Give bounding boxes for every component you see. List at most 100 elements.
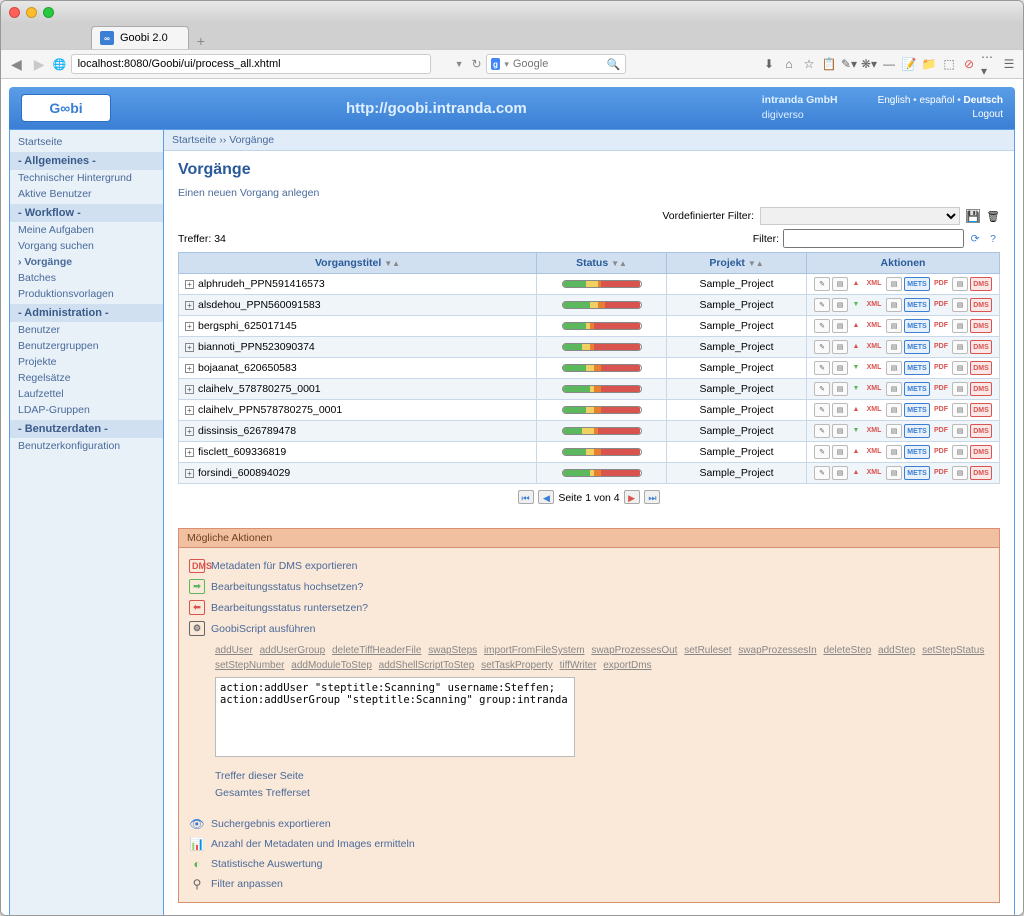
- expand-icon[interactable]: +: [185, 322, 194, 331]
- xml-export-icon[interactable]: XML: [864, 424, 884, 438]
- logo[interactable]: G∞bi: [21, 94, 111, 122]
- header-url[interactable]: http://goobi.intranda.com: [111, 100, 762, 117]
- pager-prev[interactable]: ◀: [538, 490, 554, 504]
- sidebar-item[interactable]: Benutzerkonfiguration: [10, 438, 163, 454]
- edit-icon[interactable]: ✎: [814, 466, 830, 480]
- process-title[interactable]: forsindi_600894029: [198, 467, 290, 479]
- pdf-export-icon[interactable]: PDF: [932, 424, 950, 438]
- action-row[interactable]: ⬅Bearbeitungsstatus runtersetzen?: [187, 597, 991, 618]
- xml-export-icon[interactable]: XML: [864, 277, 884, 291]
- new-process-link[interactable]: Einen neuen Vorgang anlegen: [178, 187, 319, 199]
- mets-export-icon[interactable]: METS: [904, 298, 930, 312]
- expand-icon[interactable]: +: [185, 406, 194, 415]
- mets-export-icon[interactable]: METS: [904, 382, 930, 396]
- script-link[interactable]: addUser: [215, 645, 253, 656]
- new-tab-button[interactable]: +: [189, 33, 213, 49]
- sidebar-item[interactable]: Benutzergruppen: [10, 338, 163, 354]
- down-arrow-icon[interactable]: ▼: [850, 382, 862, 396]
- docket-icon[interactable]: ▤: [886, 319, 902, 333]
- process-title[interactable]: dissinsis_626789478: [198, 425, 296, 437]
- col-project[interactable]: Projekt ▼▲: [667, 253, 807, 274]
- col-status[interactable]: Status ▼▲: [537, 253, 667, 274]
- sidebar-item[interactable]: Meine Aufgaben: [10, 222, 163, 238]
- script-link[interactable]: setStepNumber: [215, 660, 284, 671]
- mets-export-icon[interactable]: METS: [904, 445, 930, 459]
- script-link[interactable]: swapProzessesOut: [591, 645, 677, 656]
- script-link[interactable]: importFromFileSystem: [484, 645, 585, 656]
- close-window-icon[interactable]: [9, 7, 20, 18]
- dropdown-icon[interactable]: ▼: [451, 59, 468, 69]
- page-icon[interactable]: ▤: [952, 298, 968, 312]
- dms-export-icon[interactable]: DMS: [970, 319, 992, 333]
- home-icon[interactable]: ⌂: [781, 56, 797, 72]
- sidebar-home[interactable]: Startseite: [10, 134, 163, 150]
- xml-export-icon[interactable]: XML: [864, 340, 884, 354]
- edit-icon[interactable]: ✎: [814, 277, 830, 291]
- page-icon[interactable]: ▤: [952, 382, 968, 396]
- page-icon[interactable]: ▤: [952, 319, 968, 333]
- metadata-icon[interactable]: ▤: [832, 466, 848, 480]
- up-arrow-icon[interactable]: ▲: [850, 340, 862, 354]
- sidebar-item[interactable]: Technischer Hintergrund: [10, 170, 163, 186]
- dms-export-icon[interactable]: DMS: [970, 298, 992, 312]
- mets-export-icon[interactable]: METS: [904, 466, 930, 480]
- dms-export-icon[interactable]: DMS: [970, 361, 992, 375]
- edit-icon[interactable]: ✎: [814, 424, 830, 438]
- action-row[interactable]: ➡Bearbeitungsstatus hochsetzen?: [187, 576, 991, 597]
- pdf-export-icon[interactable]: PDF: [932, 445, 950, 459]
- search-box[interactable]: g ▾ 🔍: [486, 54, 626, 74]
- dms-export-icon[interactable]: DMS: [970, 277, 992, 291]
- more-icon[interactable]: ⋯▾: [981, 56, 997, 72]
- up-arrow-icon[interactable]: ▲: [850, 445, 862, 459]
- note-icon[interactable]: 📝: [901, 56, 917, 72]
- up-arrow-icon[interactable]: ▲: [850, 466, 862, 480]
- page-icon[interactable]: ▤: [952, 277, 968, 291]
- script-link[interactable]: addModuleToStep: [291, 660, 372, 671]
- page-icon[interactable]: ▤: [952, 340, 968, 354]
- script-link[interactable]: setTaskProperty: [481, 660, 553, 671]
- metadata-icon[interactable]: ▤: [832, 340, 848, 354]
- docket-icon[interactable]: ▤: [886, 424, 902, 438]
- edit-icon[interactable]: ✎: [814, 445, 830, 459]
- menu-icon[interactable]: ☰: [1001, 56, 1017, 72]
- metadata-icon[interactable]: ▤: [832, 319, 848, 333]
- xml-export-icon[interactable]: XML: [864, 445, 884, 459]
- page-icon[interactable]: ▤: [952, 466, 968, 480]
- up-arrow-icon[interactable]: ▲: [850, 319, 862, 333]
- docket-icon[interactable]: ▤: [886, 340, 902, 354]
- pdf-export-icon[interactable]: PDF: [932, 319, 950, 333]
- page-icon[interactable]: ▤: [952, 424, 968, 438]
- docket-icon[interactable]: ▤: [886, 382, 902, 396]
- reload-button[interactable]: ↻: [471, 57, 481, 71]
- docket-icon[interactable]: ▤: [886, 403, 902, 417]
- process-title[interactable]: alsdehou_PPN560091583: [198, 299, 321, 311]
- process-title[interactable]: bergsphi_625017145: [198, 320, 297, 332]
- dms-export-icon[interactable]: DMS: [970, 445, 992, 459]
- page-icon[interactable]: ▤: [952, 403, 968, 417]
- page-icon[interactable]: ▤: [952, 361, 968, 375]
- browser-tab[interactable]: ∞ Goobi 2.0: [91, 26, 189, 49]
- edit-icon[interactable]: ✎: [814, 361, 830, 375]
- script-link[interactable]: swapSteps: [428, 645, 477, 656]
- language-link[interactable]: English: [878, 95, 911, 106]
- docket-icon[interactable]: ▤: [886, 445, 902, 459]
- docket-icon[interactable]: ▤: [886, 361, 902, 375]
- edit-icon[interactable]: ✎: [814, 298, 830, 312]
- mets-export-icon[interactable]: METS: [904, 424, 930, 438]
- sidebar-item[interactable]: LDAP-Gruppen: [10, 402, 163, 418]
- scope-link[interactable]: Treffer dieser Seite: [215, 768, 991, 785]
- metadata-icon[interactable]: ▤: [832, 445, 848, 459]
- edit-icon[interactable]: ✎: [814, 403, 830, 417]
- dms-export-icon[interactable]: DMS: [970, 403, 992, 417]
- scope-link[interactable]: Gesamtes Trefferset: [215, 785, 991, 802]
- xml-export-icon[interactable]: XML: [864, 361, 884, 375]
- bottom-action-row[interactable]: ◐Statistische Auswertung: [187, 854, 991, 874]
- expand-icon[interactable]: +: [185, 385, 194, 394]
- docket-icon[interactable]: ▤: [886, 277, 902, 291]
- scroll-icon[interactable]: ⬚: [941, 56, 957, 72]
- down-arrow-icon[interactable]: ▼: [850, 298, 862, 312]
- docket-icon[interactable]: ▤: [886, 298, 902, 312]
- minimize-window-icon[interactable]: [26, 7, 37, 18]
- language-link[interactable]: español: [919, 95, 954, 106]
- metadata-icon[interactable]: ▤: [832, 277, 848, 291]
